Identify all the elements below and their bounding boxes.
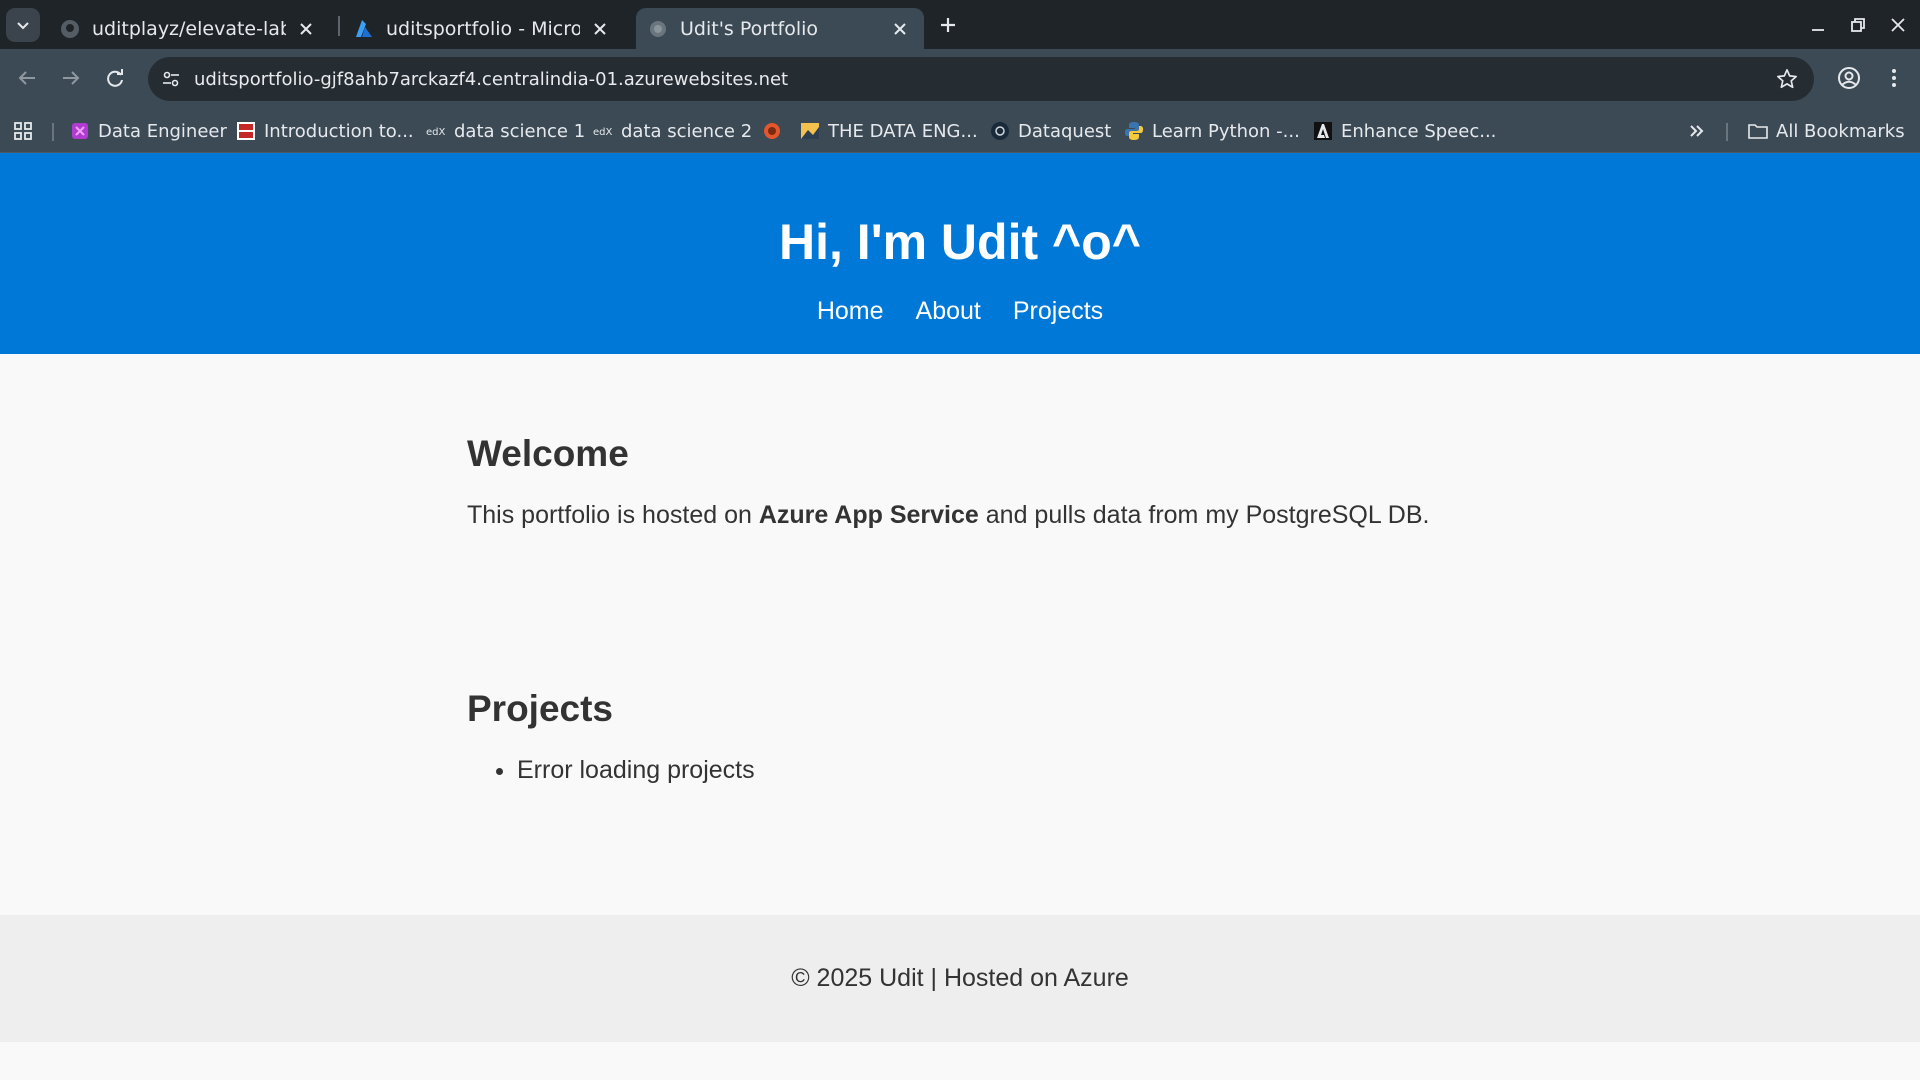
bookmark-item[interactable]: edX data science 1 [426, 117, 585, 145]
site-info-button[interactable] [156, 64, 186, 94]
bookmark-separator [1726, 123, 1728, 141]
site-title: Hi, I'm Udit ^o^ [779, 214, 1141, 270]
welcome-text-start: This portfolio is hosted on [467, 501, 759, 529]
double-chevron-right-icon [1690, 125, 1704, 137]
welcome-heading: Welcome [467, 433, 629, 474]
azure-icon [354, 19, 374, 39]
dataquest-icon [990, 121, 1010, 141]
bookmark-item[interactable] [762, 117, 790, 145]
profile-button[interactable] [1834, 63, 1864, 93]
reload-button[interactable] [100, 63, 130, 93]
bookmark-label: Data Engineer [98, 120, 227, 142]
bookmark-label: Enhance Speec... [1341, 120, 1497, 142]
svg-text:edX: edX [426, 127, 446, 138]
close-icon[interactable] [588, 17, 612, 41]
chevron-down-icon [17, 22, 29, 30]
account-icon [1838, 67, 1860, 89]
arrow-right-icon [63, 71, 80, 85]
new-tab-button[interactable] [935, 12, 961, 38]
tab-strip: uditplayz/elevate-labs_U uditsportfolio … [0, 0, 1920, 49]
star-icon [1777, 69, 1797, 89]
minimize-icon [1812, 29, 1824, 31]
mit-ocw-icon [236, 121, 256, 141]
plus-icon [941, 18, 955, 32]
folder-icon [1748, 121, 1768, 141]
edx-icon: edX [593, 121, 613, 141]
address-bar[interactable]: uditsportfolio-gjf8ahb7arckazf4.centrali… [148, 57, 1814, 101]
site-footer: © 2025 Udit | Hosted on Azure [0, 915, 1920, 1042]
all-bookmarks-label: All Bookmarks [1776, 120, 1905, 142]
welcome-text-bold: Azure App Service [758, 501, 979, 529]
projects-list: Error loading projects [467, 756, 1467, 785]
bookmark-label: data science 1 [454, 120, 586, 142]
tab-separator [338, 16, 340, 36]
bookmark-item[interactable]: Learn Python -... [1124, 117, 1300, 145]
projects-section: Projects Error loading projects [467, 688, 1467, 785]
tab-title: uditsportfolio - Microsof [386, 17, 580, 40]
back-button[interactable] [12, 63, 42, 93]
tab-portfolio[interactable]: Udit's Portfolio [636, 8, 924, 49]
close-icon [1891, 18, 1905, 32]
bookmark-star-button[interactable] [1774, 66, 1800, 92]
tab-title: Udit's Portfolio [680, 17, 819, 40]
orange-circle-icon [762, 121, 782, 141]
nav-projects-link[interactable]: Projects [1013, 297, 1103, 326]
bookmark-item[interactable]: Introduction to... [236, 117, 414, 145]
adobe-icon [1313, 121, 1333, 141]
more-vertical-icon [1892, 69, 1896, 87]
bookmark-item[interactable]: edX data science 2 [593, 117, 752, 145]
welcome-section: Welcome This portfolio is hosted on Azur… [467, 433, 1467, 530]
bookmark-label: data science 2 [621, 120, 753, 142]
bookmark-item[interactable]: Enhance Speec... [1313, 117, 1496, 145]
tab-search-button[interactable] [6, 8, 40, 42]
projects-heading: Projects [467, 688, 614, 729]
bookmark-item[interactable]: THE DATA ENG... [800, 117, 978, 145]
nav-home-link[interactable]: Home [817, 297, 884, 326]
restore-button[interactable] [1845, 12, 1871, 38]
browser-toolbar: uditsportfolio-gjf8ahb7arckazf4.centrali… [0, 49, 1920, 109]
more-bookmarks-button[interactable] [1688, 117, 1706, 145]
tune-icon [163, 71, 179, 87]
bookmark-label: Learn Python -... [1152, 120, 1300, 142]
site-nav: Home About Projects [0, 297, 1920, 326]
tab-azure[interactable]: uditsportfolio - Microsof [342, 8, 624, 49]
bookmark-item[interactable]: Dataquest [990, 117, 1111, 145]
footer-text: © 2025 Udit | Hosted on Azure [791, 964, 1129, 992]
image-icon [800, 121, 820, 141]
apps-button[interactable] [12, 117, 34, 145]
page-viewport: Hi, I'm Udit ^o^ Home About Projects Wel… [0, 153, 1920, 1080]
python-icon [1124, 121, 1144, 141]
bookmark-label: Dataquest [1018, 120, 1112, 142]
url-text[interactable]: uditsportfolio-gjf8ahb7arckazf4.centrali… [194, 69, 788, 90]
bookmarks-bar: Data Engineer Introduction to... edX dat… [0, 109, 1920, 153]
welcome-text: This portfolio is hosted on Azure App Se… [467, 501, 1467, 530]
close-icon[interactable] [294, 17, 318, 41]
edx-icon: edX [426, 121, 446, 141]
svg-text:edX: edX [593, 127, 613, 138]
reload-icon [107, 69, 123, 87]
tab-title: uditplayz/elevate-labs_U [92, 17, 286, 40]
site-header: Hi, I'm Udit ^o^ Home About Projects [0, 153, 1920, 354]
bookmark-separator [52, 123, 54, 141]
list-item: Error loading projects [517, 756, 1467, 785]
restore-icon [1851, 18, 1865, 32]
forward-button[interactable] [56, 63, 86, 93]
welcome-text-end: and pulls data from my PostgreSQL DB. [978, 501, 1430, 529]
minimize-button[interactable] [1805, 12, 1831, 38]
bookmark-item[interactable]: Data Engineer [70, 117, 227, 145]
bookmark-label: THE DATA ENG... [828, 120, 978, 142]
menu-button[interactable] [1879, 63, 1909, 93]
datacamp-icon [70, 121, 90, 141]
tab-github[interactable]: uditplayz/elevate-labs_U [48, 8, 330, 49]
bookmark-label: Introduction to... [264, 120, 414, 142]
all-bookmarks-button[interactable]: All Bookmarks [1748, 117, 1905, 145]
github-icon [60, 19, 80, 39]
globe-icon [648, 19, 668, 39]
apps-grid-icon [14, 122, 32, 140]
close-icon[interactable] [888, 17, 912, 41]
nav-about-link[interactable]: About [916, 297, 981, 326]
arrow-left-icon [18, 71, 35, 85]
close-window-button[interactable] [1885, 12, 1911, 38]
